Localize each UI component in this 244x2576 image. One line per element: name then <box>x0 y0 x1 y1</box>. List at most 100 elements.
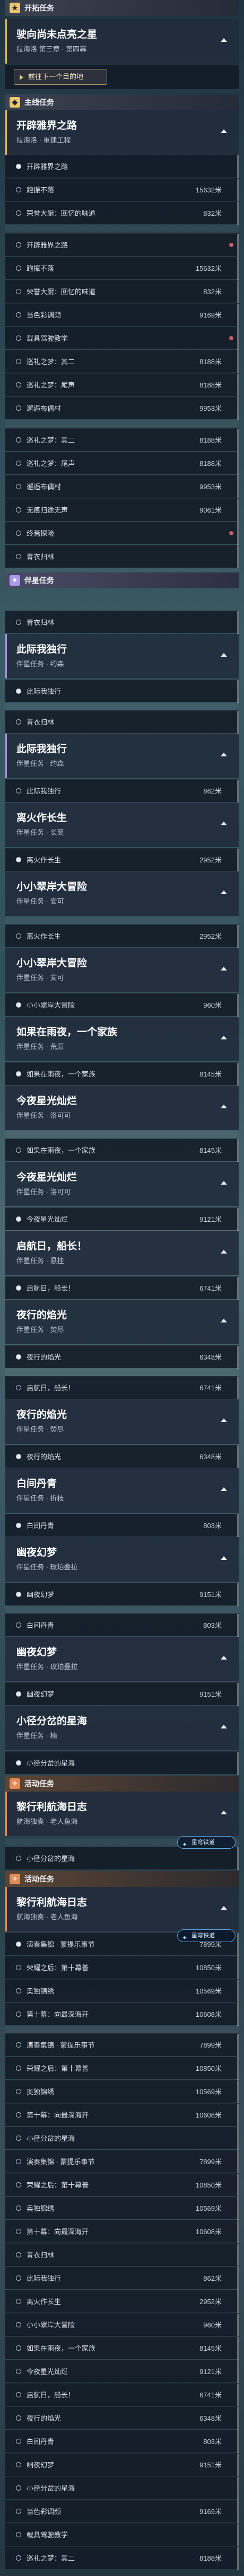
quest-step-item[interactable]: 邂逅布偶村 9953米 <box>5 475 239 498</box>
scroll-track[interactable] <box>237 1139 239 1162</box>
quest-step-item[interactable]: 巡礼之梦：尾声 8188米 <box>5 373 239 396</box>
collapse-chevron-icon[interactable] <box>221 822 227 825</box>
scroll-track[interactable] <box>237 2384 239 2406</box>
scroll-track[interactable] <box>237 1377 239 1399</box>
collapse-chevron-icon[interactable] <box>221 1906 227 1910</box>
scroll-track[interactable] <box>237 202 239 225</box>
scroll-track[interactable] <box>237 2430 239 2453</box>
scroll-track[interactable] <box>237 994 239 1017</box>
scroll-track[interactable] <box>237 397 239 420</box>
scroll-track[interactable] <box>237 1956 239 1979</box>
goto-destination-button[interactable]: 前往下一个目的地 <box>14 69 107 85</box>
scroll-track[interactable] <box>237 711 239 734</box>
quest-step-item[interactable]: 夜行的焰光 6348米 <box>5 1445 239 1468</box>
quest-header-fire[interactable]: 夜行的焰光 伴星任务 · 焚尽 <box>5 1399 239 1444</box>
quest-step-item[interactable]: 第十幕：向最深海开 10608米 <box>5 2220 239 2243</box>
quest-header-white[interactable]: 白间丹青 伴星任务 · 折枝 <box>5 1468 239 1513</box>
collapse-chevron-icon[interactable] <box>221 1250 227 1254</box>
scroll-track[interactable] <box>237 2003 239 2026</box>
quest-step-item[interactable]: 小径分岔的星海 <box>5 1847 239 1870</box>
scroll-track[interactable] <box>237 1752 239 1775</box>
scroll-track[interactable] <box>237 1683 239 1706</box>
quest-step-item[interactable]: 启航日，船长！ 6741米 <box>5 2383 239 2406</box>
scroll-track[interactable] <box>237 2034 239 2057</box>
scroll-track[interactable] <box>237 327 239 350</box>
quest-header-fire[interactable]: 夜行的焰光 伴星任务 · 焚尽 <box>5 1300 239 1344</box>
scroll-track[interactable] <box>237 1346 239 1369</box>
quest-header-night[interactable]: 今夜星光灿烂 伴星任务 · 洛可可 <box>5 1086 239 1130</box>
quest-step-item[interactable]: 白间丹青 803米 <box>5 1514 239 1537</box>
quest-header-path[interactable]: 小径分岔的星海 伴星任务 · 楠 <box>5 1706 239 1750</box>
quest-step-item[interactable]: 开辟雅界之路 <box>5 155 239 178</box>
event-section-repeat[interactable]: ✧ 活动任务 <box>5 1871 239 1887</box>
collapse-chevron-icon[interactable] <box>221 1105 227 1108</box>
scroll-track[interactable] <box>237 2267 239 2290</box>
quest-step-item[interactable]: 小径分岔的星海 <box>5 2127 239 2150</box>
quest-step-item[interactable]: 夜行的焰光 6348米 <box>5 1345 239 1369</box>
scroll-track[interactable] <box>237 2314 239 2336</box>
quest-step-item[interactable]: 当色彩调频 9169米 <box>5 303 239 327</box>
quest-step-item[interactable]: 无痕归途无声 9061米 <box>5 498 239 522</box>
collapse-chevron-icon[interactable] <box>221 1487 227 1491</box>
trailblaze-section[interactable]: ★ 开拓任务 <box>5 0 239 16</box>
quest-step-item[interactable]: 青衣归林 <box>5 611 239 634</box>
scroll-track[interactable] <box>237 522 239 545</box>
collapse-chevron-icon[interactable] <box>221 653 227 657</box>
quest-header-main[interactable]: 开辟雅界之路 拉海洛 · 重建工程 <box>5 110 239 155</box>
quest-header-sail[interactable]: 启航日，船长！ 伴星任务 · 悬挂 <box>5 1231 239 1275</box>
collapse-chevron-icon[interactable] <box>221 1556 227 1560</box>
scroll-track[interactable] <box>237 1063 239 1086</box>
quest-step-item[interactable]: 第十幕：向最深海开 10608米 <box>5 2002 239 2026</box>
quest-header-event[interactable]: 黎行利航海日志 航海独奏 · 老人鱼海 <box>5 1792 239 1836</box>
quest-header-trailblaze[interactable]: 驶向尚未点亮之星 拉海洛 第三章 · 第四幕 <box>5 19 239 64</box>
quest-step-item[interactable]: 演奏集锦 · 蒙提乐事节 7899米 <box>5 2150 239 2173</box>
quest-step-item[interactable]: 如果在雨夜，一个家族 8145米 <box>5 1062 239 1086</box>
scroll-track[interactable] <box>237 179 239 201</box>
quest-step-item[interactable]: 第十幕：向最深海开 10608米 <box>5 2103 239 2127</box>
scroll-track[interactable] <box>237 2290 239 2313</box>
scroll-track[interactable] <box>237 155 239 178</box>
scroll-track[interactable] <box>237 680 239 703</box>
quest-step-item[interactable]: 荣誉大厨：回忆的味道 832米 <box>5 201 239 225</box>
collapse-chevron-icon[interactable] <box>221 967 227 971</box>
scroll-track[interactable] <box>237 1933 239 1956</box>
scroll-track[interactable] <box>237 429 239 452</box>
quest-step-item[interactable]: 邂逅布偶村 9953米 <box>5 396 239 420</box>
quest-step-item[interactable]: 今夜星光灿烂 9121米 <box>5 2360 239 2383</box>
quest-step-item[interactable]: 荣耀之后：第十幕普 10850米 <box>5 2057 239 2080</box>
quest-step-item[interactable]: 载具驾驶教学 <box>5 327 239 350</box>
collapse-chevron-icon[interactable] <box>221 1181 227 1185</box>
scroll-track[interactable] <box>237 374 239 396</box>
quest-step-item[interactable]: 青衣归林 <box>5 710 239 734</box>
main-section[interactable]: ◆ 主线任务 <box>5 94 239 110</box>
quest-step-item[interactable]: 开辟雅界之路 <box>5 233 239 257</box>
scroll-track[interactable] <box>237 1514 239 1537</box>
quest-header-event[interactable]: 黎行利航海日志 航海独奏 · 老人鱼海 <box>5 1887 239 1931</box>
quest-step-item[interactable]: 奥独锦绣 10569米 <box>5 1979 239 2002</box>
scroll-track[interactable] <box>237 2547 239 2570</box>
scroll-track[interactable] <box>237 1980 239 2002</box>
scroll-track[interactable] <box>237 2174 239 2196</box>
quest-step-item[interactable]: 离火作长生 2952米 <box>5 2290 239 2313</box>
quest-step-item[interactable]: 此际我独行 862米 <box>5 2266 239 2290</box>
quest-header-dream[interactable]: 幽夜幻梦 伴星任务 · 玫珀叠拉 <box>5 1637 239 1681</box>
side-section[interactable]: ✦ 伴星任务 <box>5 572 239 588</box>
quest-step-item[interactable]: 启航日，船长！ 6741米 <box>5 1276 239 1300</box>
quest-header-xiaoxiao[interactable]: 小小翠岸大冒险 伴星任务 · 安可 <box>5 948 239 992</box>
scroll-track[interactable] <box>237 545 239 568</box>
scroll-track[interactable] <box>237 452 239 475</box>
quest-step-item[interactable]: 小小翠岸大冒险 960米 <box>5 2313 239 2336</box>
scroll-track[interactable] <box>237 2197 239 2220</box>
quest-step-item[interactable]: 幽夜幻梦 9151米 <box>5 1583 239 1606</box>
scroll-track[interactable] <box>237 2524 239 2546</box>
quest-step-item[interactable]: 此际我独行 862米 <box>5 779 239 802</box>
quest-step-item[interactable]: 离火作长生 2952米 <box>5 848 239 871</box>
quest-step-item[interactable]: 演奏集锦 · 蒙提乐事节 7899米 <box>5 2033 239 2057</box>
scroll-track[interactable] <box>237 2104 239 2127</box>
scroll-track[interactable] <box>237 849 239 871</box>
quest-header-night[interactable]: 今夜星光灿烂 伴星任务 · 洛可可 <box>5 1162 239 1206</box>
quest-step-item[interactable]: 幽夜幻梦 9151米 <box>5 2453 239 2476</box>
quest-step-item[interactable]: 跑振不落 15632米 <box>5 257 239 280</box>
quest-step-item[interactable]: 巡礼之梦：其二 8188米 <box>5 428 239 452</box>
scroll-track[interactable] <box>237 2360 239 2383</box>
